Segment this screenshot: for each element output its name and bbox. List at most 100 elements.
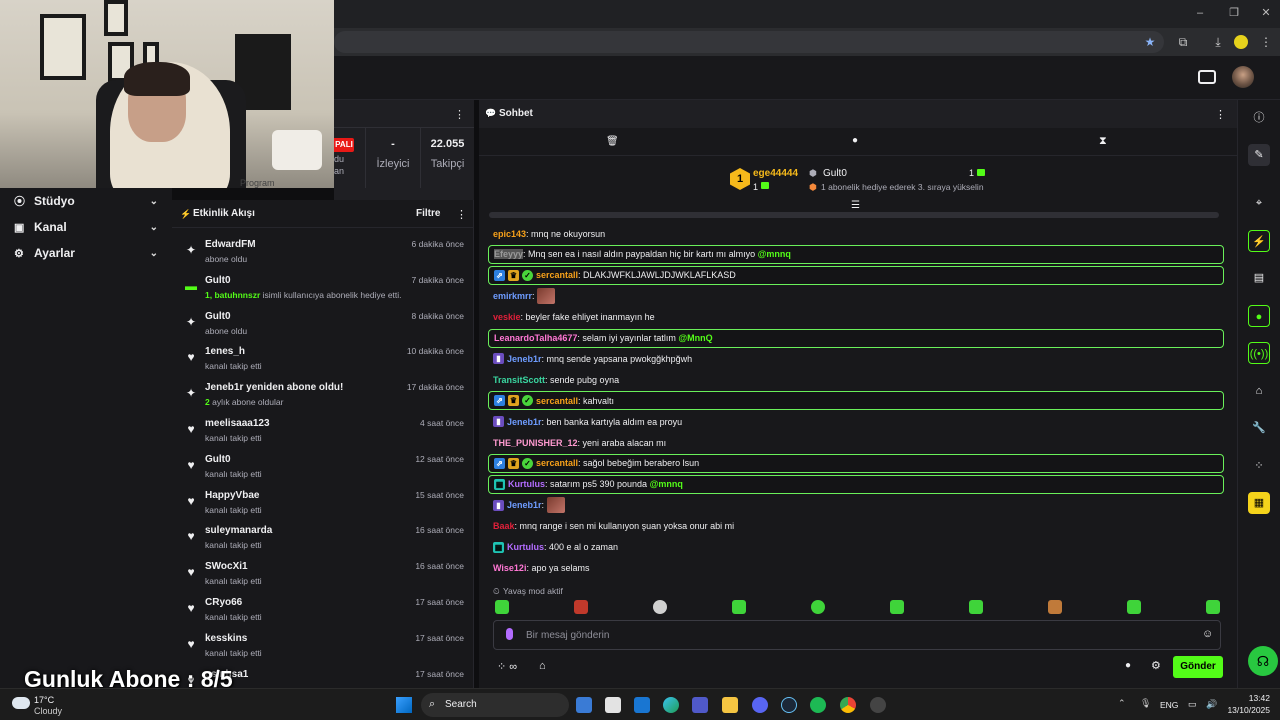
activity-item[interactable]: ♥ suleymanarda kanalı takip etti 16 saat ön… — [172, 523, 473, 559]
send-button[interactable]: Gönder — [1173, 656, 1223, 678]
chat-username[interactable]: sercantall — [536, 396, 578, 406]
browser-menu-icon[interactable]: ⋮ — [1258, 34, 1274, 50]
infinity-icon[interactable]: ⁘ ∞ — [497, 660, 517, 673]
emoji-icon[interactable]: ☺ — [1202, 628, 1213, 640]
chat-username[interactable]: epic143 — [493, 229, 526, 239]
app-icon-taskview[interactable] — [576, 697, 592, 713]
tray-chevron-icon[interactable]: ⌃ — [1118, 698, 1126, 709]
app-icon-explorer[interactable] — [722, 697, 738, 713]
windows-start-icon[interactable] — [396, 697, 412, 713]
chat-message[interactable]: ▮ Jeneb1r: mnq sende yapsana pwokgğkhpğwh — [488, 349, 1224, 368]
store-icon[interactable]: ⌂ — [539, 660, 546, 672]
chat-username[interactable]: THE_PUNISHER_12 — [493, 438, 578, 448]
chat-message[interactable]: Baak: mnq range i sen mi kullanıyon şuan… — [488, 517, 1224, 536]
chat-message[interactable]: veskie: beyler fake ehliyet inanmayın he — [488, 308, 1224, 327]
chat-message[interactable]: ⇗ ♛ ✓ sercantall: sağol bebeğim berabero ls… — [488, 453, 1224, 473]
chat-bubble-icon[interactable]: ● — [1248, 305, 1270, 327]
chat-input[interactable]: Bir mesaj gönderin ☺ — [493, 620, 1221, 650]
app-icon-outlook[interactable] — [634, 697, 650, 713]
chat-settings-bubble-icon[interactable]: ● — [1125, 660, 1131, 671]
activity-item[interactable]: ♥ HappyVbae kanalı takip etti 15 saat önce — [172, 488, 473, 524]
bookmark-star-icon[interactable]: ★ — [1142, 34, 1158, 50]
chat-message[interactable]: Wise12i: apo ya selams — [488, 558, 1224, 577]
stats-menu-icon[interactable]: ⋮ — [454, 108, 465, 121]
chat-username[interactable]: veskie — [493, 312, 521, 322]
network-icon[interactable]: ▭ — [1188, 699, 1197, 710]
activity-item[interactable]: ♥ kesskins kanalı takip etti 17 saat önce — [172, 631, 473, 667]
hourglass-icon[interactable]: ⧗ — [1099, 135, 1107, 148]
collapse-icon[interactable]: ☰ — [851, 200, 860, 211]
chat-message[interactable]: ⇗ ♛ ✓ sercantall: kahvaltı — [488, 391, 1224, 411]
chat-mention[interactable]: @MnnQ — [678, 333, 712, 343]
address-bar[interactable] — [334, 31, 1164, 53]
chat-username[interactable]: Efeyyy — [494, 249, 524, 260]
chat-message[interactable]: ⇗ ♛ ✓ sercantall: DLAKJWFKLJAWLJDJWKLAFLKAS… — [488, 265, 1224, 285]
activity-item[interactable]: ♥ 1enes_h kanalı takip etti 10 dakika önce — [172, 344, 473, 380]
activity-item[interactable]: ♥ Gult0 kanalı takip etti 12 saat önce — [172, 452, 473, 488]
nodes-icon[interactable]: ⁘ — [1248, 455, 1270, 477]
quick-emote-button[interactable] — [653, 600, 667, 614]
clock-date[interactable]: 13/10/2025 — [1212, 705, 1270, 715]
activity-item[interactable]: ✦ Jeneb1r yeniden abone oldu! 2 aylık abon… — [172, 380, 473, 416]
chat-username[interactable]: emirkmrr — [493, 291, 532, 301]
chat-message[interactable]: LeanardoTalha4677: selam iyi yayınlar ta… — [488, 328, 1224, 348]
quick-emote-button[interactable] — [1048, 600, 1062, 614]
minimize-icon[interactable]: – — [1192, 6, 1208, 20]
quick-emote-button[interactable] — [574, 600, 588, 614]
support-icon[interactable]: ☊ — [1248, 646, 1278, 676]
chat-message[interactable]: epic143: mnq ne okuyorsun — [488, 224, 1224, 243]
download-icon[interactable]: ⤓ — [1210, 34, 1226, 50]
chat-message[interactable]: emirkmrr: — [488, 287, 1224, 306]
sidebar-item-settings[interactable]: ⚙ Ayarlar ⌄ — [0, 240, 172, 266]
restore-icon[interactable]: ❐ — [1226, 6, 1242, 20]
app-icon-steam[interactable] — [781, 697, 797, 713]
activity-item[interactable]: ♥ meelisaaa123 kanalı takip etti 4 saat önc… — [172, 416, 473, 452]
language-indicator[interactable]: ENG — [1160, 700, 1178, 710]
filter-button[interactable]: Filtre — [416, 208, 440, 219]
bolt-icon[interactable]: ⚡ — [1248, 230, 1270, 252]
quick-emote-button[interactable] — [495, 600, 509, 614]
chat-username[interactable]: Kurtulus — [507, 542, 544, 552]
app-icon-store[interactable] — [605, 697, 621, 713]
activity-item[interactable]: ♥ SWocXi1 kanalı takip etti 16 saat önce — [172, 559, 473, 595]
gear-icon[interactable]: ⚙ — [1151, 659, 1161, 672]
activity-item[interactable]: ✦ EdwardFM abone oldu 6 dakika önce — [172, 237, 473, 273]
extensions-icon[interactable]: ⧉ — [1175, 34, 1191, 50]
chat-username[interactable]: Jeneb1r — [507, 417, 542, 427]
mic-icon[interactable]: 🎙 — [1140, 698, 1151, 709]
chat-message[interactable]: Efeyyy: Mnq sen ea i nasıl aldın paypald… — [488, 244, 1224, 264]
chat-username[interactable]: sercantall — [536, 458, 578, 468]
activity-item[interactable]: ✦ Gult0 abone oldu 8 dakika önce — [172, 309, 473, 345]
taskbar-search[interactable]: ⌕ Search — [421, 693, 569, 717]
chat-username[interactable]: Kurtulus — [508, 479, 545, 489]
edit-icon[interactable]: ✎ — [1248, 144, 1270, 166]
activity-item[interactable]: ▬ Gult0 1, batuhnnszr isimli kullanıcıya a… — [172, 273, 473, 309]
chat-username[interactable]: sercantall — [536, 270, 578, 280]
media-icon[interactable]: ▦ — [1248, 492, 1270, 514]
app-icon-discord[interactable] — [752, 697, 768, 713]
store-icon[interactable]: ⌂ — [1248, 380, 1270, 402]
chat-menu-icon[interactable]: ⋮ — [1215, 108, 1226, 121]
trash-icon[interactable]: 🗑 — [606, 136, 619, 147]
activity-item[interactable]: ♥ CRyo66 kanalı takip etti 17 saat önce — [172, 595, 473, 631]
mic-icon[interactable] — [506, 628, 513, 640]
broadcast-icon[interactable]: ((•)) — [1248, 342, 1270, 364]
chat-bubble-icon[interactable]: ● — [852, 135, 858, 146]
chat-message[interactable]: ▮ Jeneb1r: ben banka kartıyla aldım ea pr… — [488, 412, 1224, 431]
close-icon[interactable]: ✕ — [1258, 6, 1274, 20]
chat-mention[interactable]: @mnnq — [758, 249, 791, 259]
app-icon-obs[interactable] — [870, 697, 886, 713]
quick-emote-button[interactable] — [1127, 600, 1141, 614]
chat-username[interactable]: Jeneb1r — [507, 500, 542, 510]
chat-message[interactable]: THE_PUNISHER_12: yeni araba alacan mı — [488, 433, 1224, 452]
quick-emote-button[interactable] — [732, 600, 746, 614]
quick-emote-button[interactable] — [811, 600, 825, 614]
info-icon[interactable]: ⓘ — [1248, 107, 1270, 129]
sidebar-item-studio[interactable]: ⦿ Stüdyo ⌄ — [0, 188, 172, 214]
chat-message[interactable]: ▦ Kurtulus: satarım ps5 390 pounda @mnnq — [488, 474, 1224, 494]
ticket-icon[interactable] — [1198, 70, 1216, 84]
document-icon[interactable]: ▤ — [1248, 267, 1270, 289]
chat-username[interactable]: Wise12i — [493, 563, 526, 573]
app-icon-teams[interactable] — [692, 697, 708, 713]
quick-emote-button[interactable] — [1206, 600, 1220, 614]
